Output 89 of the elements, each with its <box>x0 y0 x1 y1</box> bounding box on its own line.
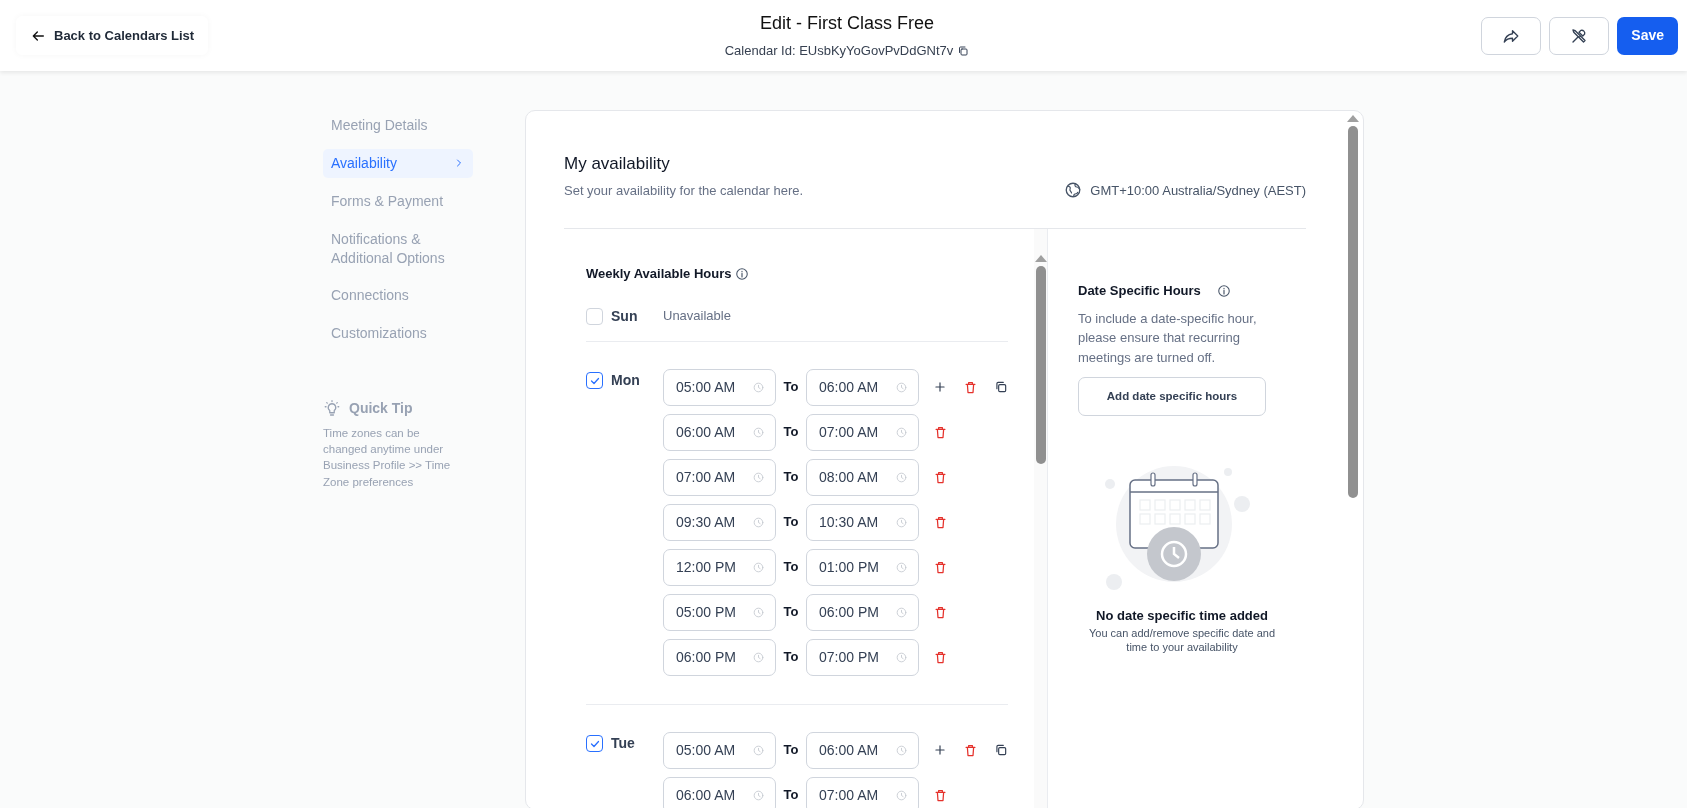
plus-icon[interactable] <box>933 380 947 394</box>
tools-icon <box>1570 26 1589 45</box>
to-label: To <box>782 741 800 760</box>
to-label: To <box>782 423 800 442</box>
empty-title: No date specific time added <box>1095 607 1269 625</box>
section-subtitle: Set your availability for the calendar here. <box>564 181 804 200</box>
clock-icon <box>752 425 765 439</box>
to-label: To <box>782 603 800 622</box>
clock-icon <box>752 788 765 802</box>
unavailable-label: Unavailable <box>663 306 731 325</box>
time-field[interactable]: 06:00 PM <box>663 638 776 676</box>
trash-icon[interactable] <box>933 424 948 440</box>
copy-icon[interactable] <box>994 743 1008 757</box>
day-label: Sun <box>611 306 639 326</box>
clock-icon <box>895 650 908 664</box>
to-label: To <box>782 513 800 532</box>
back-button[interactable]: Back to Calendars List <box>16 15 209 56</box>
clock-icon <box>752 743 765 757</box>
time-field[interactable]: 06:00 AM <box>806 368 919 406</box>
to-label: To <box>782 378 800 397</box>
clock-icon <box>752 560 765 574</box>
clock-icon <box>895 560 908 574</box>
trash-icon[interactable] <box>933 649 948 665</box>
trash-icon[interactable] <box>963 742 978 758</box>
time-field[interactable]: 05:00 AM <box>663 731 776 769</box>
trash-icon[interactable] <box>933 604 948 620</box>
time-field[interactable]: 10:30 AM <box>806 503 919 541</box>
time-field[interactable]: 07:00 PM <box>806 638 919 676</box>
copy-icon[interactable] <box>957 45 970 57</box>
to-label: To <box>782 786 800 805</box>
trash-icon[interactable] <box>933 559 948 575</box>
clock-icon <box>752 470 765 484</box>
trash-icon[interactable] <box>933 469 948 485</box>
clock-icon <box>895 743 908 757</box>
time-field[interactable]: 12:00 PM <box>663 548 776 586</box>
day-label: Tue <box>611 734 636 753</box>
weekly-hours-title: Weekly Available Hours <box>586 265 732 283</box>
clock-icon <box>752 605 765 619</box>
time-field[interactable]: 06:00 PM <box>806 593 919 631</box>
to-label: To <box>782 648 800 667</box>
day-label: Mon <box>611 371 641 390</box>
time-field[interactable]: 07:00 AM <box>663 458 776 496</box>
day-checkbox[interactable] <box>586 735 603 752</box>
day-checkbox[interactable] <box>586 372 603 389</box>
time-field[interactable]: 01:00 PM <box>806 548 919 586</box>
trash-icon[interactable] <box>933 514 948 530</box>
to-label: To <box>782 468 800 487</box>
tools-button[interactable] <box>1549 16 1610 55</box>
timezone-label: GMT+10:00 Australia/Sydney (AEST) <box>1090 181 1306 200</box>
calendar-id: Calendar Id: EUsbKyYoGovPvDdGNt7v <box>724 42 954 61</box>
clock-icon <box>895 515 908 529</box>
time-field[interactable]: 06:00 AM <box>663 776 776 808</box>
lightbulb-icon <box>323 399 341 418</box>
clock-icon <box>752 515 765 529</box>
clock-icon <box>895 380 908 394</box>
sidebar-item[interactable]: Availability <box>323 148 473 178</box>
tip-text: Time zones can be changed anytime under Business Profile >> Time Zone preferences <box>323 426 452 490</box>
date-specific-title: Date Specific Hours <box>1078 282 1201 300</box>
plus-icon[interactable] <box>933 743 947 757</box>
time-field[interactable]: 05:00 AM <box>663 368 776 406</box>
to-label: To <box>782 558 800 577</box>
time-field[interactable]: 08:00 AM <box>806 458 919 496</box>
clock-icon <box>895 605 908 619</box>
globe-icon <box>1064 181 1083 200</box>
clock-icon <box>895 788 908 802</box>
time-field[interactable]: 05:00 PM <box>663 593 776 631</box>
time-field[interactable]: 07:00 AM <box>806 413 919 451</box>
add-date-hours-button[interactable]: Add date specific hours <box>1078 377 1266 416</box>
time-field[interactable]: 06:00 AM <box>806 731 919 769</box>
clock-icon <box>752 650 765 664</box>
time-field[interactable]: 07:00 AM <box>806 776 919 808</box>
info-icon <box>1216 283 1231 298</box>
clock-icon <box>895 425 908 439</box>
share-button[interactable] <box>1481 16 1542 55</box>
section-title: My availability <box>564 153 671 175</box>
page-title: Edit - First Class Free <box>760 12 934 36</box>
trash-icon[interactable] <box>963 379 978 395</box>
clock-icon <box>752 380 765 394</box>
copy-icon[interactable] <box>994 380 1008 394</box>
tip-title: Quick Tip <box>349 399 413 419</box>
time-field[interactable]: 09:30 AM <box>663 503 776 541</box>
info-icon <box>735 266 750 281</box>
time-field[interactable]: 06:00 AM <box>663 413 776 451</box>
clock-icon <box>895 470 908 484</box>
trash-icon[interactable] <box>933 787 948 803</box>
save-button[interactable]: Save <box>1617 16 1678 55</box>
scrollbar[interactable] <box>1034 229 1047 808</box>
empty-text: You can add/remove specific date and time to your availability <box>1087 625 1277 656</box>
date-specific-text: To include a date-specific hour, please ensure that recurring meetings are turned off. <box>1078 309 1258 367</box>
